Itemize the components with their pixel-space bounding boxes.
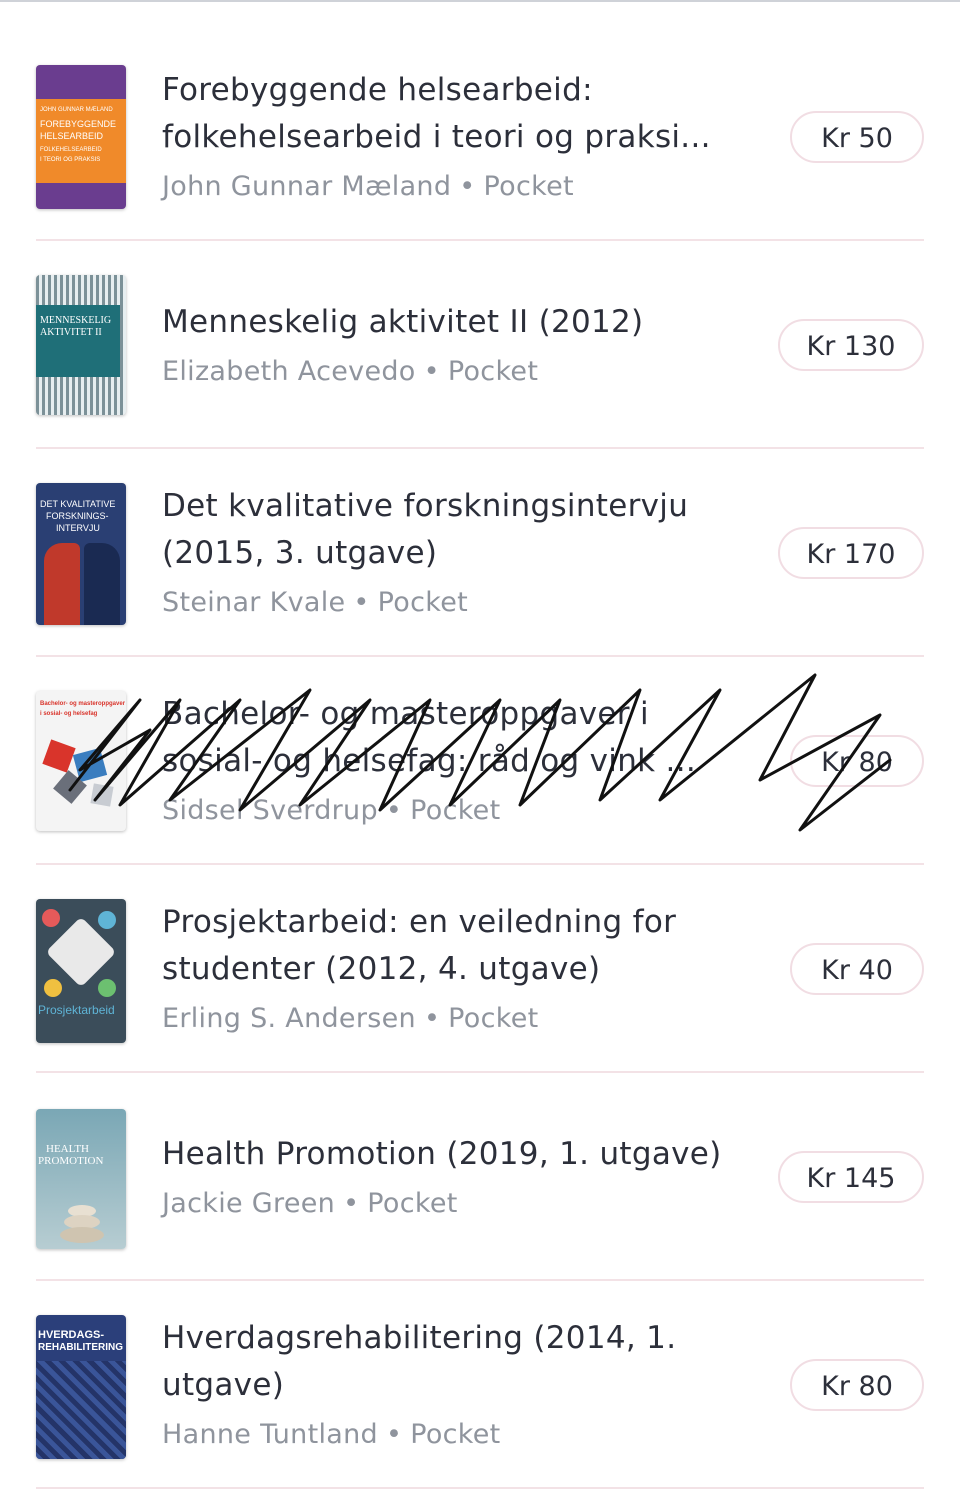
book-cover[interactable]: DET KVALITATIVE FORSKNINGS- INTERVJU xyxy=(36,483,126,625)
list-item[interactable]: MENNESKELIG AKTIVITET II Menneskelig akt… xyxy=(36,241,924,449)
book-info[interactable]: Forebyggende helsearbeid: folkehelsearbe… xyxy=(162,67,742,207)
price-button[interactable]: Kr 170 xyxy=(778,527,924,579)
book-info[interactable]: Menneskelig aktivitet II (2012) Elizabet… xyxy=(162,299,742,392)
book-title-line: (2015, 3. utgave) xyxy=(162,535,438,571)
cover-text: HEALTH xyxy=(46,1143,89,1155)
meta-separator: • xyxy=(423,356,440,387)
book-author: Elizabeth Acevedo xyxy=(162,356,416,387)
book-meta: Elizabeth Acevedo • Pocket xyxy=(162,352,742,392)
list-item[interactable]: Bachelor- og masteroppgaver i sosial- og… xyxy=(36,657,924,865)
book-meta: Hanne Tuntland • Pocket xyxy=(162,1415,742,1455)
book-title-line: Hverdagsrehabilitering (2014, 1. xyxy=(162,1320,677,1356)
book-cover[interactable]: Prosjektarbeid xyxy=(36,899,126,1043)
price-button[interactable]: Kr 80 xyxy=(790,735,924,787)
book-title-line: Menneskelig aktivitet II (2012) xyxy=(162,304,644,340)
book-title[interactable]: Health Promotion (2019, 1. utgave) xyxy=(162,1131,742,1178)
meta-separator: • xyxy=(353,587,370,618)
book-info[interactable]: Health Promotion (2019, 1. utgave) Jacki… xyxy=(162,1131,742,1224)
list-item[interactable]: DET KVALITATIVE FORSKNINGS- INTERVJU Det… xyxy=(36,449,924,657)
book-format: Pocket xyxy=(410,795,501,826)
cover-text: HELSEARBEID xyxy=(40,131,104,141)
cover-text: Prosjektarbeid xyxy=(38,1003,115,1017)
book-info[interactable]: Prosjektarbeid: en veiledning for studen… xyxy=(162,899,742,1039)
book-format: Pocket xyxy=(410,1419,501,1450)
book-author: Erling S. Andersen xyxy=(162,1003,416,1034)
book-title-line: Bachelor- og masteroppgaver i xyxy=(162,696,649,732)
cover-text: I TEORI OG PRAKSIS xyxy=(40,157,101,163)
book-title[interactable]: Forebyggende helsearbeid: folkehelsearbe… xyxy=(162,67,742,161)
price-button[interactable]: Kr 80 xyxy=(790,1359,924,1411)
price-button[interactable]: Kr 130 xyxy=(778,319,924,371)
book-title[interactable]: Prosjektarbeid: en veiledning for studen… xyxy=(162,899,742,993)
cover-text: INTERVJU xyxy=(56,523,100,533)
cover-text: MENNESKELIG xyxy=(40,315,112,326)
meta-separator: • xyxy=(423,1003,441,1034)
meta-separator: • xyxy=(343,1188,360,1219)
list-item[interactable]: JOHN GUNNAR MÆLAND FOREBYGGENDE HELSEARB… xyxy=(36,33,924,241)
book-title-line: folkehelsearbeid i teori og praksi... xyxy=(162,119,711,155)
book-title-line: Prosjektarbeid: en veiledning for xyxy=(162,904,677,940)
cover-text: i sosial- og helsefag xyxy=(40,711,98,717)
book-author: Sidsel Sverdrup xyxy=(162,795,378,826)
list-item[interactable]: Prosjektarbeid Prosjektarbeid: en veiled… xyxy=(36,865,924,1073)
cover-text: JOHN GUNNAR MÆLAND xyxy=(40,107,113,113)
book-format: Pocket xyxy=(447,356,539,387)
cover-text: REHABILITERING xyxy=(38,1342,123,1353)
cover-text: FORSKNINGS- xyxy=(46,511,109,521)
cover-text: FOREBYGGENDE xyxy=(40,119,117,129)
book-title-line: utgave) xyxy=(162,1367,285,1403)
book-author: John Gunnar Mæland xyxy=(162,171,452,202)
cover-text: FOLKEHELSEARBEID xyxy=(40,147,102,153)
book-author: Hanne Tuntland xyxy=(162,1419,378,1450)
book-info[interactable]: Bachelor- og masteroppgaver i sosial- og… xyxy=(162,691,742,831)
book-title-line: studenter (2012, 4. utgave) xyxy=(162,951,601,987)
meta-separator: • xyxy=(459,171,476,202)
book-cover[interactable]: Bachelor- og masteroppgaver i sosial- og… xyxy=(36,691,126,831)
book-meta: Steinar Kvale • Pocket xyxy=(162,583,742,623)
book-meta: Erling S. Andersen • Pocket xyxy=(162,999,742,1039)
book-title-line: sosial- og helsefag: råd og vink ... xyxy=(162,743,697,779)
book-cover[interactable]: MENNESKELIG AKTIVITET II xyxy=(36,275,126,415)
cover-text: DET KVALITATIVE xyxy=(40,499,116,509)
cover-text: HVERDAGS- xyxy=(38,1329,105,1341)
book-cover[interactable]: JOHN GUNNAR MÆLAND FOREBYGGENDE HELSEARB… xyxy=(36,65,126,209)
cover-text: AKTIVITET II xyxy=(40,327,102,338)
book-title-line: Health Promotion (2019, 1. utgave) xyxy=(162,1136,722,1172)
book-info[interactable]: Hverdagsrehabilitering (2014, 1. utgave)… xyxy=(162,1315,742,1455)
book-meta: Sidsel Sverdrup • Pocket xyxy=(162,791,742,831)
meta-separator: • xyxy=(385,1419,403,1450)
meta-separator: • xyxy=(385,795,403,826)
book-title-line: Det kvalitative forskningsintervju xyxy=(162,488,689,524)
book-author: Jackie Green xyxy=(162,1188,336,1219)
book-format: Pocket xyxy=(448,1003,539,1034)
book-cover[interactable]: HEALTH PROMOTION xyxy=(36,1109,126,1249)
book-format: Pocket xyxy=(483,171,574,202)
book-cover[interactable]: HVERDAGS- REHABILITERING xyxy=(36,1315,126,1459)
book-title[interactable]: Hverdagsrehabilitering (2014, 1. utgave) xyxy=(162,1315,742,1409)
book-author: Steinar Kvale xyxy=(162,587,346,618)
cover-text: PROMOTION xyxy=(38,1155,104,1167)
book-title[interactable]: Det kvalitative forskningsintervju (2015… xyxy=(162,483,742,577)
book-info[interactable]: Det kvalitative forskningsintervju (2015… xyxy=(162,483,742,623)
book-title[interactable]: Bachelor- og masteroppgaver i sosial- og… xyxy=(162,691,742,785)
book-meta: John Gunnar Mæland • Pocket xyxy=(162,167,742,207)
book-format: Pocket xyxy=(377,587,469,618)
price-button[interactable]: Kr 40 xyxy=(790,943,924,995)
price-button[interactable]: Kr 50 xyxy=(790,111,924,163)
book-title[interactable]: Menneskelig aktivitet II (2012) xyxy=(162,299,742,346)
cover-text: Bachelor- og masteroppgaver xyxy=(40,701,126,707)
top-divider xyxy=(0,0,960,2)
book-format: Pocket xyxy=(367,1188,458,1219)
price-button[interactable]: Kr 145 xyxy=(778,1151,924,1203)
list-item[interactable]: HVERDAGS- REHABILITERING Hverdagsrehabil… xyxy=(36,1281,924,1489)
book-meta: Jackie Green • Pocket xyxy=(162,1184,742,1224)
list-item[interactable]: HEALTH PROMOTION Health Promotion (2019,… xyxy=(36,1073,924,1281)
book-title-line: Forebyggende helsearbeid: xyxy=(162,72,593,108)
